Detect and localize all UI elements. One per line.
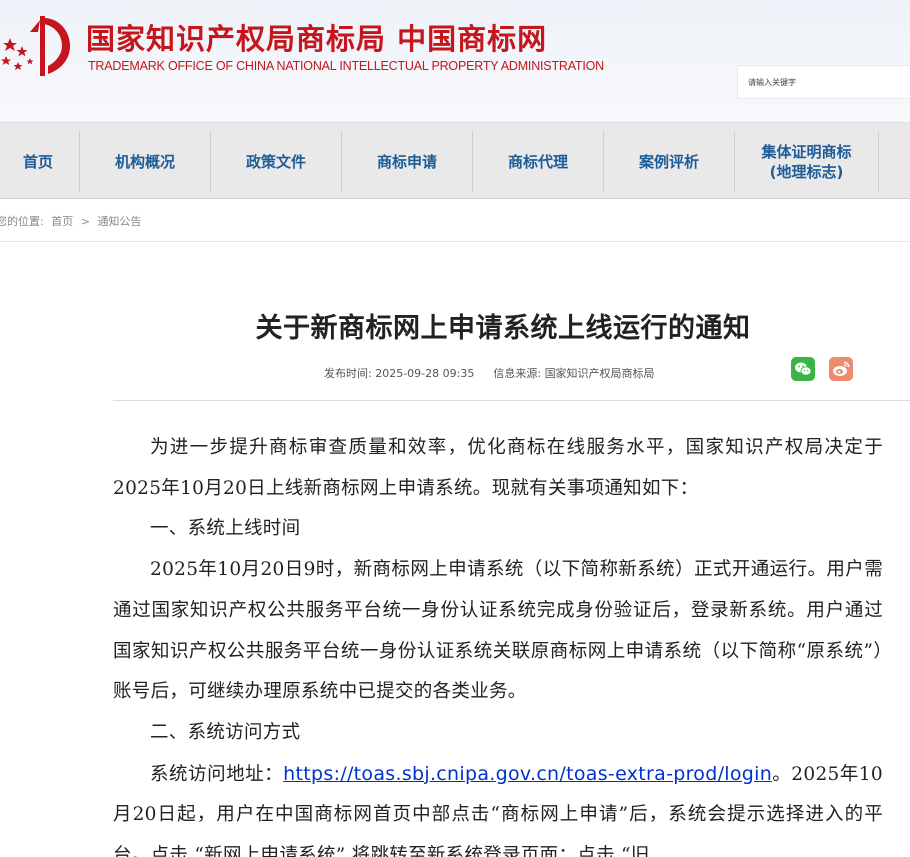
- nav-separator: [878, 131, 879, 192]
- breadcrumb-home-link[interactable]: 首页: [51, 215, 73, 228]
- breadcrumb: 您的位置: 首页 > 通知公告: [0, 213, 145, 229]
- paragraph: 2025年10月20日9时，新商标网上申请系统（以下简称新系统）正式开通运行。用…: [113, 559, 883, 703]
- nav-label-line2: (地理标志): [769, 162, 844, 181]
- nav-label: 首页: [22, 152, 53, 171]
- site-subtitle: TRADEMARK OFFICE OF CHINA NATIONAL INTEL…: [88, 59, 604, 73]
- publish-label: 发布时间:: [324, 367, 372, 380]
- main-nav: 首页 机构概况 政策文件 商标申请 商标代理 案例评析 集体证明商标 (地理标志…: [0, 122, 910, 199]
- system-login-link[interactable]: https://toas.sbj.cnipa.gov.cn/toas-extra…: [283, 763, 772, 785]
- article-meta: 发布时间: 2025-09-28 09:35 信息来源: 国家知识产权局商标局: [324, 365, 655, 381]
- divider: [0, 241, 910, 242]
- source-label: 信息来源:: [493, 367, 542, 380]
- nav-item-application[interactable]: 商标申请: [342, 123, 472, 200]
- nav-label: 政策文件: [245, 152, 306, 171]
- nav-label: 商标代理: [507, 152, 568, 171]
- paragraph: 系统访问地址：https://toas.sbj.cnipa.gov.cn/toa…: [113, 754, 883, 857]
- breadcrumb-prefix: 您的位置:: [0, 215, 44, 228]
- nav-item-agency[interactable]: 商标代理: [473, 123, 603, 200]
- nav-item-about[interactable]: 机构概况: [80, 123, 210, 200]
- breadcrumb-current-link[interactable]: 通知公告: [97, 215, 141, 228]
- site-header: 国家知识产权局商标局 中国商标网 TRADEMARK OFFICE OF CHI…: [0, 0, 910, 122]
- site-title[interactable]: 国家知识产权局商标局 中国商标网: [86, 16, 547, 58]
- publish-time: 2025-09-28 09:35: [375, 367, 475, 380]
- search-input[interactable]: [738, 66, 910, 98]
- section-heading: 二、系统访问方式: [150, 721, 301, 743]
- search-box: [737, 65, 910, 99]
- nav-label: 机构概况: [114, 152, 175, 171]
- weibo-icon[interactable]: [829, 357, 853, 381]
- nav-item-policy[interactable]: 政策文件: [211, 123, 341, 200]
- paragraph: 为进一步提升商标审查质量和效率，优化商标在线服务水平，国家知识产权局决定于202…: [113, 437, 883, 499]
- nav-label: 案例评析: [638, 152, 699, 171]
- nav-item-collective-marks[interactable]: 集体证明商标 (地理标志): [735, 123, 878, 200]
- article-body: 为进一步提升商标审查质量和效率，优化商标在线服务水平，国家知识产权局决定于202…: [113, 428, 883, 857]
- divider: [113, 400, 910, 401]
- cnipa-logo-icon[interactable]: [0, 10, 80, 80]
- nav-label: 商标申请: [376, 152, 437, 171]
- nav-item-cases[interactable]: 案例评析: [604, 123, 734, 200]
- paragraph-prefix: 系统访问地址：: [150, 763, 284, 785]
- wechat-icon[interactable]: [791, 357, 815, 381]
- section-heading: 一、系统上线时间: [150, 518, 301, 540]
- article-title: 关于新商标网上申请系统上线运行的通知: [255, 313, 751, 344]
- breadcrumb-separator: >: [80, 215, 90, 228]
- source-value: 国家知识产权局商标局: [544, 367, 655, 380]
- nav-item-home[interactable]: 首页: [0, 123, 76, 200]
- nav-label-line1: 集体证明商标: [761, 142, 852, 161]
